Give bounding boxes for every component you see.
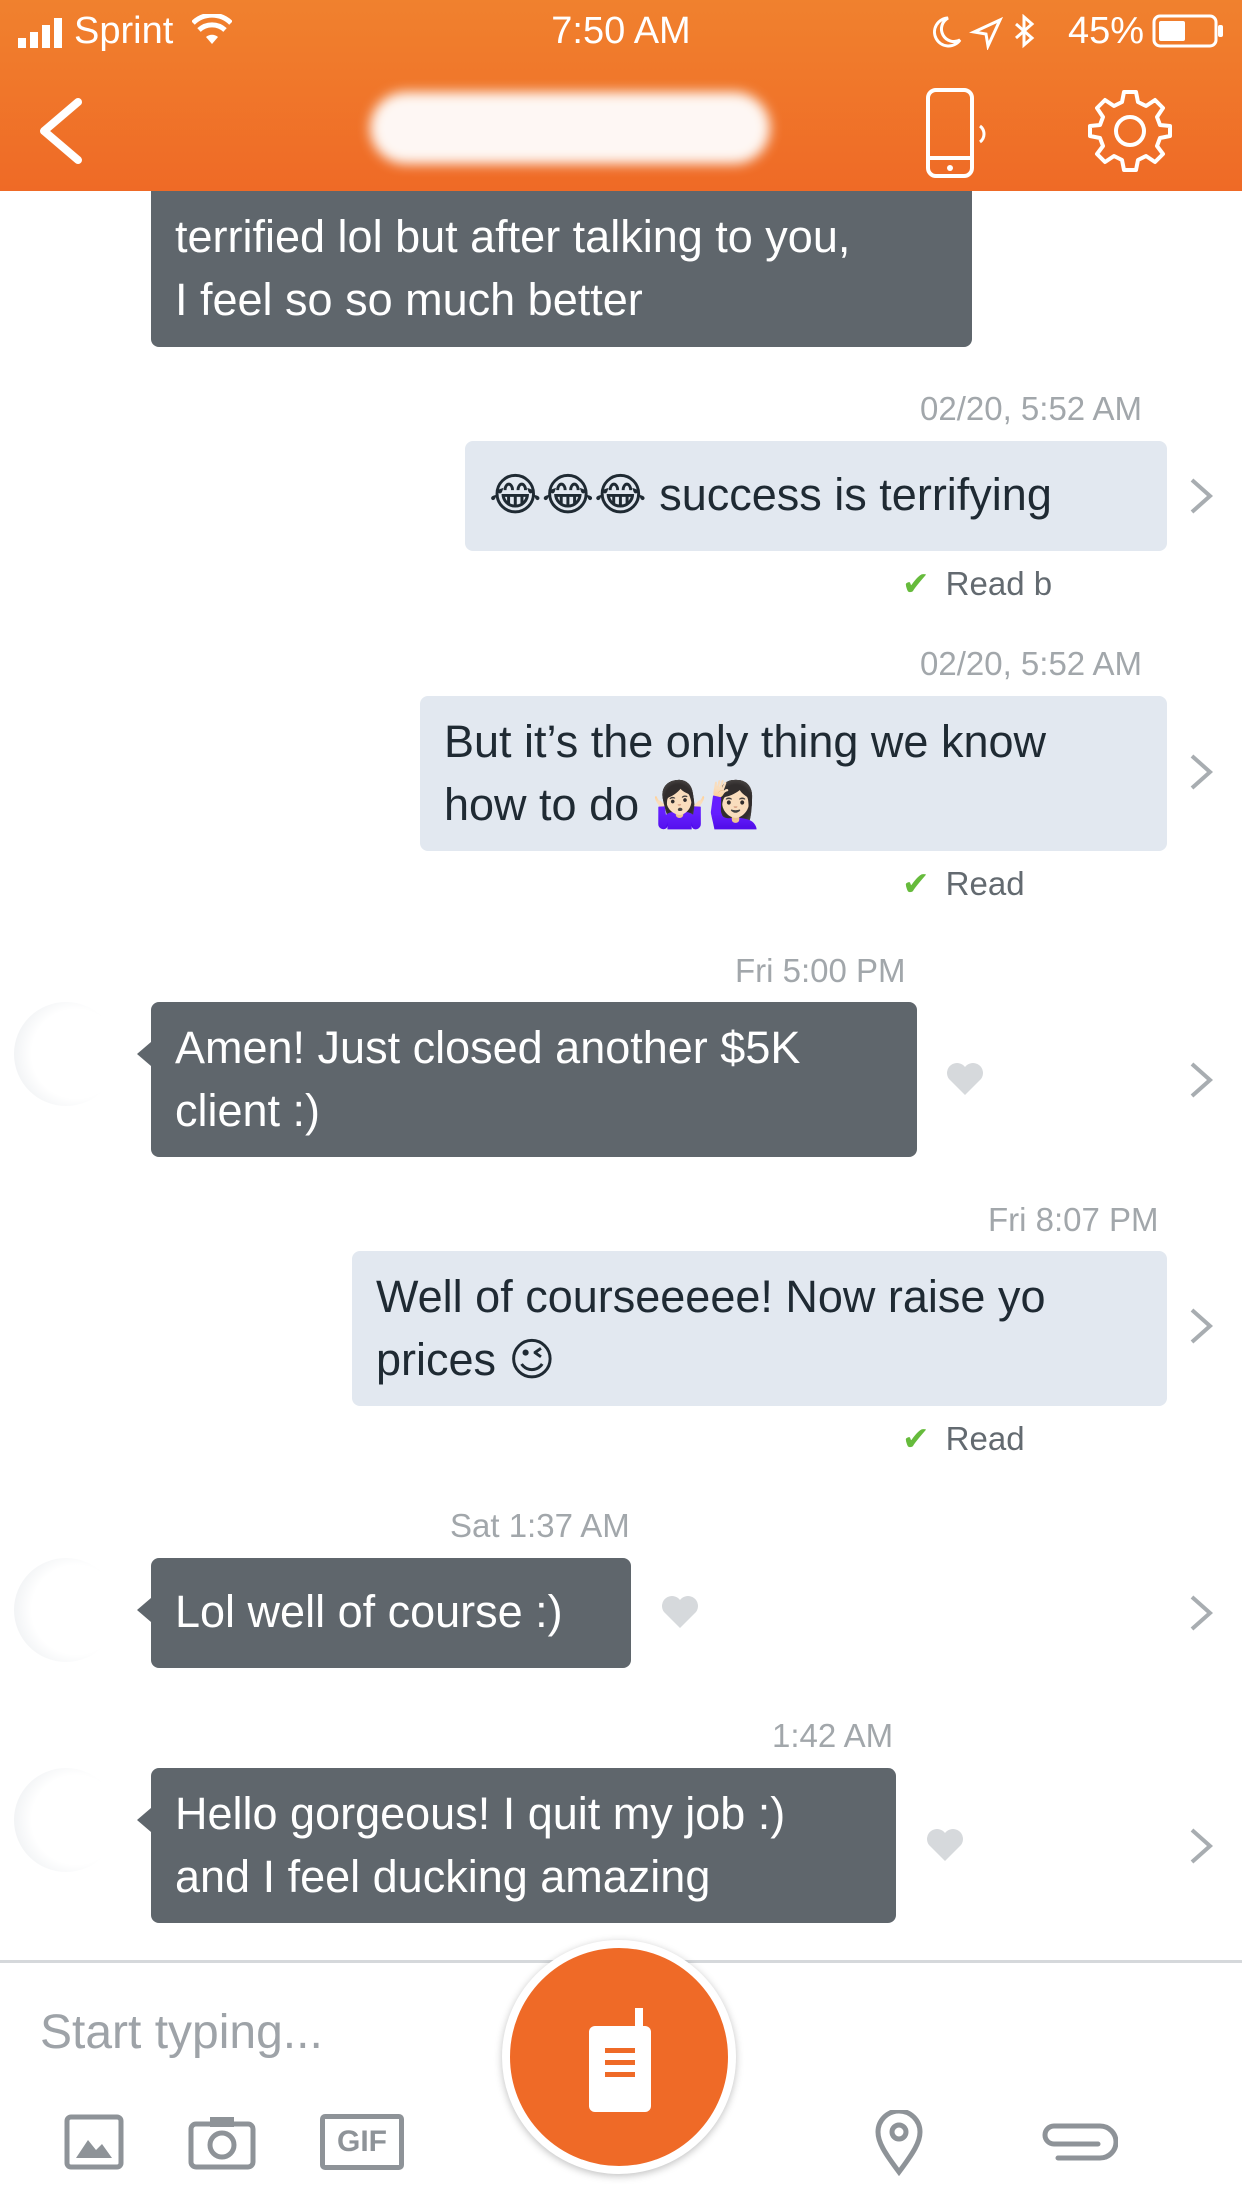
message-bubble-incoming[interactable]: Lol well of course :) (151, 1558, 631, 1668)
nav-bar (0, 62, 1242, 191)
message-timestamp: Sat 1:37 AM (450, 1507, 630, 1544)
avatar[interactable] (14, 1768, 118, 1872)
message-bubble-outgoing[interactable]: Well of courseeeee! Now raise yo prices … (352, 1251, 1167, 1406)
bluetooth-icon (1015, 14, 1035, 49)
message-bubble-incoming[interactable]: Hello gorgeous! I quit my job :) and I f… (151, 1768, 896, 1923)
message-text: Well of courseeeee! Now raise yo (376, 1271, 1046, 1322)
message-timestamp: 02/20, 5:52 AM (920, 390, 1142, 427)
message-bubble-incoming[interactable]: terrified lol but after talking to you, … (151, 191, 972, 347)
read-receipt: ✔ Read (902, 1420, 1025, 1457)
checkmark-icon: ✔ (902, 1420, 930, 1457)
message-timestamp: Fri 5:00 PM (735, 952, 906, 989)
heart-icon[interactable] (925, 1827, 965, 1863)
status-bar: Sprint 7:50 AM 45% (0, 0, 1242, 62)
gear-icon (1088, 90, 1172, 172)
camera-icon[interactable] (188, 2114, 256, 2170)
chevron-right-icon[interactable] (1188, 1826, 1214, 1866)
message-text: and I feel ducking amazing (175, 1851, 711, 1902)
location-pin-icon[interactable] (874, 2110, 924, 2176)
checkmark-icon: ✔ (902, 865, 930, 902)
chevron-right-icon[interactable] (1188, 1593, 1214, 1633)
message-timestamp: 02/20, 5:52 AM (920, 645, 1142, 682)
bubble-tail (137, 1598, 151, 1622)
message-bubble-incoming[interactable]: Amen! Just closed another $5K client :) (151, 1002, 917, 1157)
paperclip-icon[interactable] (1036, 2116, 1118, 2166)
call-button[interactable] (922, 86, 1002, 182)
photo-gallery-icon[interactable] (64, 2114, 124, 2170)
message-timestamp: 1:42 AM (772, 1717, 894, 1754)
back-button[interactable] (34, 96, 86, 166)
avatar[interactable] (14, 1002, 118, 1106)
chevron-right-icon[interactable] (1188, 1306, 1214, 1346)
checkmark-icon: ✔ (902, 565, 930, 602)
message-text: prices 😉 (376, 1334, 556, 1385)
phone-ring-icon (926, 88, 986, 178)
message-input[interactable]: Start typing... (40, 2005, 323, 2060)
message-text: I feel so so much better (175, 274, 643, 325)
gif-label: GIF (337, 2125, 387, 2158)
chevron-right-icon[interactable] (1188, 476, 1214, 516)
heart-icon[interactable] (660, 1594, 700, 1630)
message-text: client :) (175, 1085, 321, 1136)
message-text: Hello gorgeous! I quit my job :) (175, 1788, 786, 1839)
message-text: terrified lol but after talking to you, (175, 211, 851, 262)
status-icons (933, 14, 1035, 50)
contact-name-redacted[interactable] (370, 92, 770, 164)
message-text: Amen! Just closed another $5K (175, 1022, 801, 1073)
message-bubble-outgoing[interactable]: 😂😂😂 success is terrifying (465, 441, 1167, 551)
avatar[interactable] (14, 1558, 118, 1662)
walkie-talkie-icon (589, 2008, 651, 2112)
app-header: Sprint 7:50 AM 45% (0, 0, 1242, 191)
message-bubble-outgoing[interactable]: But it’s the only thing we know how to d… (420, 696, 1167, 851)
message-text: 😂😂😂 success is terrifying (489, 469, 1052, 520)
read-receipt: ✔ Read b (902, 565, 1053, 602)
gif-button[interactable]: GIF (320, 2114, 404, 2170)
message-text: how to do 🤷🏻‍♀️🙋🏻‍♀️ (444, 779, 764, 830)
message-timestamp: Fri 8:07 PM (988, 1201, 1159, 1238)
bubble-tail (137, 1042, 151, 1066)
settings-button[interactable] (1088, 88, 1172, 172)
location-arrow-icon (968, 16, 1004, 50)
battery-icon (1152, 14, 1223, 48)
chevron-left-icon (40, 98, 82, 164)
read-receipt: ✔ Read (902, 865, 1025, 902)
heart-icon[interactable] (945, 1061, 985, 1097)
moon-icon (933, 16, 962, 48)
chevron-right-icon[interactable] (1188, 752, 1214, 792)
chevron-right-icon[interactable] (1188, 1060, 1214, 1100)
message-text: But it’s the only thing we know (444, 716, 1047, 767)
bubble-tail (137, 1808, 151, 1832)
push-to-talk-button[interactable] (502, 1940, 736, 2174)
clock: 7:50 AM (551, 10, 691, 52)
message-text: Lol well of course :) (175, 1586, 563, 1637)
battery-percent: 45% (1068, 10, 1145, 52)
